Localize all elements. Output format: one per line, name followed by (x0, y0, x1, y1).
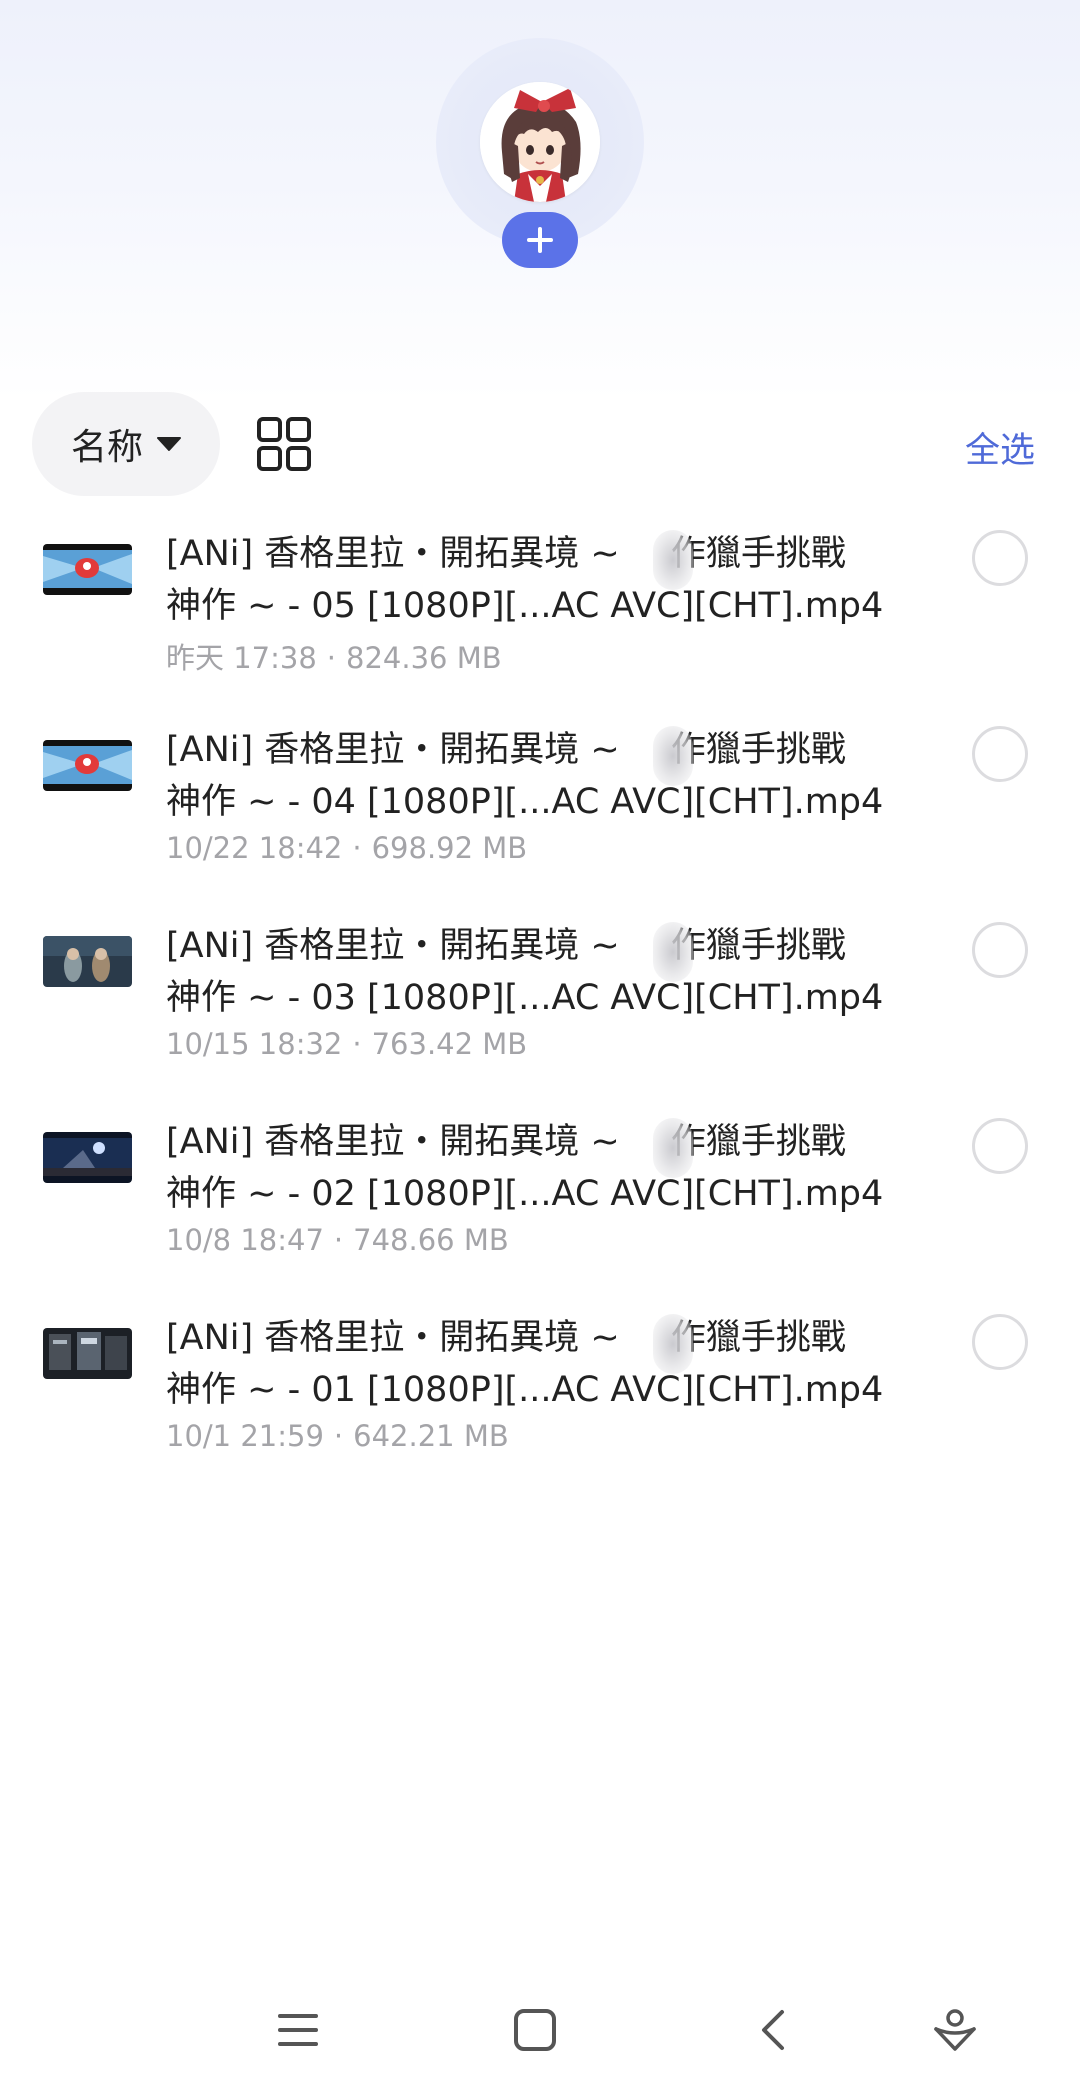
file-date: 10/8 18:47 (166, 1223, 324, 1257)
menu-button[interactable] (258, 1990, 338, 2070)
file-row[interactable]: [ANi] 香格里拉・開拓異境 ~ 作獵手挑戰 神作 ~ - 01 [1080P… (0, 1304, 1080, 1500)
file-date: 10/15 18:32 (166, 1027, 343, 1061)
select-checkbox[interactable] (972, 1118, 1028, 1174)
file-row[interactable]: [ANi] 香格里拉・開拓異境 ~ 作獵手挑戰 神作 ~ - 05 [1080P… (0, 520, 1080, 716)
assistant-icon (934, 2009, 976, 2051)
file-date: 10/1 21:59 (166, 1419, 324, 1453)
file-name: [ANi] 香格里拉・開拓異境 ~ 作獵手挑戰 神作 ~ - 02 [1080P… (166, 1122, 884, 1214)
system-nav-bar (0, 1990, 1080, 2070)
select-checkbox[interactable] (972, 1314, 1028, 1370)
select-all-button[interactable]: 全选 (965, 422, 1035, 473)
privacy-blur (653, 726, 693, 786)
file-meta: 10/22 18:42 · 698.92 MB (166, 831, 528, 865)
back-chevron-icon (762, 2010, 784, 2050)
file-size: 698.92 MB (371, 831, 528, 865)
sort-button[interactable]: 名称 (32, 392, 220, 496)
file-toolbar: 名称 全选 (0, 392, 1080, 496)
video-thumbnail (43, 740, 132, 791)
privacy-blur (653, 1118, 693, 1178)
grid-view-icon (257, 417, 311, 471)
sort-label: 名称 (70, 427, 143, 468)
select-checkbox[interactable] (972, 726, 1028, 782)
privacy-blur (653, 530, 693, 590)
select-checkbox[interactable] (972, 530, 1028, 586)
file-meta: 昨天 17:38 · 824.36 MB (166, 641, 502, 675)
select-checkbox[interactable] (972, 922, 1028, 978)
home-button[interactable] (495, 1990, 575, 2070)
file-name: [ANi] 香格里拉・開拓異境 ~ 作獵手挑戰 神作 ~ - 05 [1080P… (166, 534, 884, 626)
menu-icon (278, 2014, 318, 2046)
video-thumbnail (43, 1132, 132, 1183)
file-size: 748.66 MB (353, 1223, 509, 1257)
anime-girl-avatar-icon (480, 82, 600, 202)
file-size: 763.42 MB (371, 1027, 528, 1061)
file-meta: 10/1 21:59 · 642.21 MB (166, 1419, 509, 1453)
file-name: [ANi] 香格里拉・開拓異境 ~ 作獵手挑戰 神作 ~ - 01 [1080P… (166, 1318, 884, 1410)
avatar[interactable] (480, 82, 600, 202)
plus-icon (527, 227, 553, 253)
add-avatar-button[interactable] (502, 212, 578, 268)
file-list: [ANi] 香格里拉・開拓異境 ~ 作獵手挑戰 神作 ~ - 05 [1080P… (0, 520, 1080, 1500)
file-date: 10/22 18:42 (166, 831, 343, 865)
file-row[interactable]: [ANi] 香格里拉・開拓異境 ~ 作獵手挑戰 神作 ~ - 02 [1080P… (0, 1108, 1080, 1304)
caret-down-icon (157, 437, 181, 451)
privacy-blur (653, 1314, 693, 1374)
video-thumbnail (43, 1328, 132, 1379)
video-thumbnail (43, 544, 132, 595)
file-meta: 10/15 18:32 · 763.42 MB (166, 1027, 528, 1061)
file-size: 642.21 MB (353, 1419, 509, 1453)
file-meta: 10/8 18:47 · 748.66 MB (166, 1223, 509, 1257)
file-name: [ANi] 香格里拉・開拓異境 ~ 作獵手挑戰 神作 ~ - 03 [1080P… (166, 926, 884, 1018)
home-square-icon (514, 2009, 556, 2051)
file-date: 昨天 17:38 (166, 641, 317, 675)
file-row[interactable]: [ANi] 香格里拉・開拓異境 ~ 作獵手挑戰 神作 ~ - 04 [1080P… (0, 716, 1080, 912)
grid-view-button[interactable] (256, 416, 312, 472)
back-button[interactable] (733, 1990, 813, 2070)
assistant-button[interactable] (915, 1990, 995, 2070)
file-size: 824.36 MB (346, 641, 502, 675)
file-name: [ANi] 香格里拉・開拓異境 ~ 作獵手挑戰 神作 ~ - 04 [1080P… (166, 730, 884, 822)
file-row[interactable]: [ANi] 香格里拉・開拓異境 ~ 作獵手挑戰 神作 ~ - 03 [1080P… (0, 912, 1080, 1108)
video-thumbnail (43, 936, 132, 987)
privacy-blur (653, 922, 693, 982)
